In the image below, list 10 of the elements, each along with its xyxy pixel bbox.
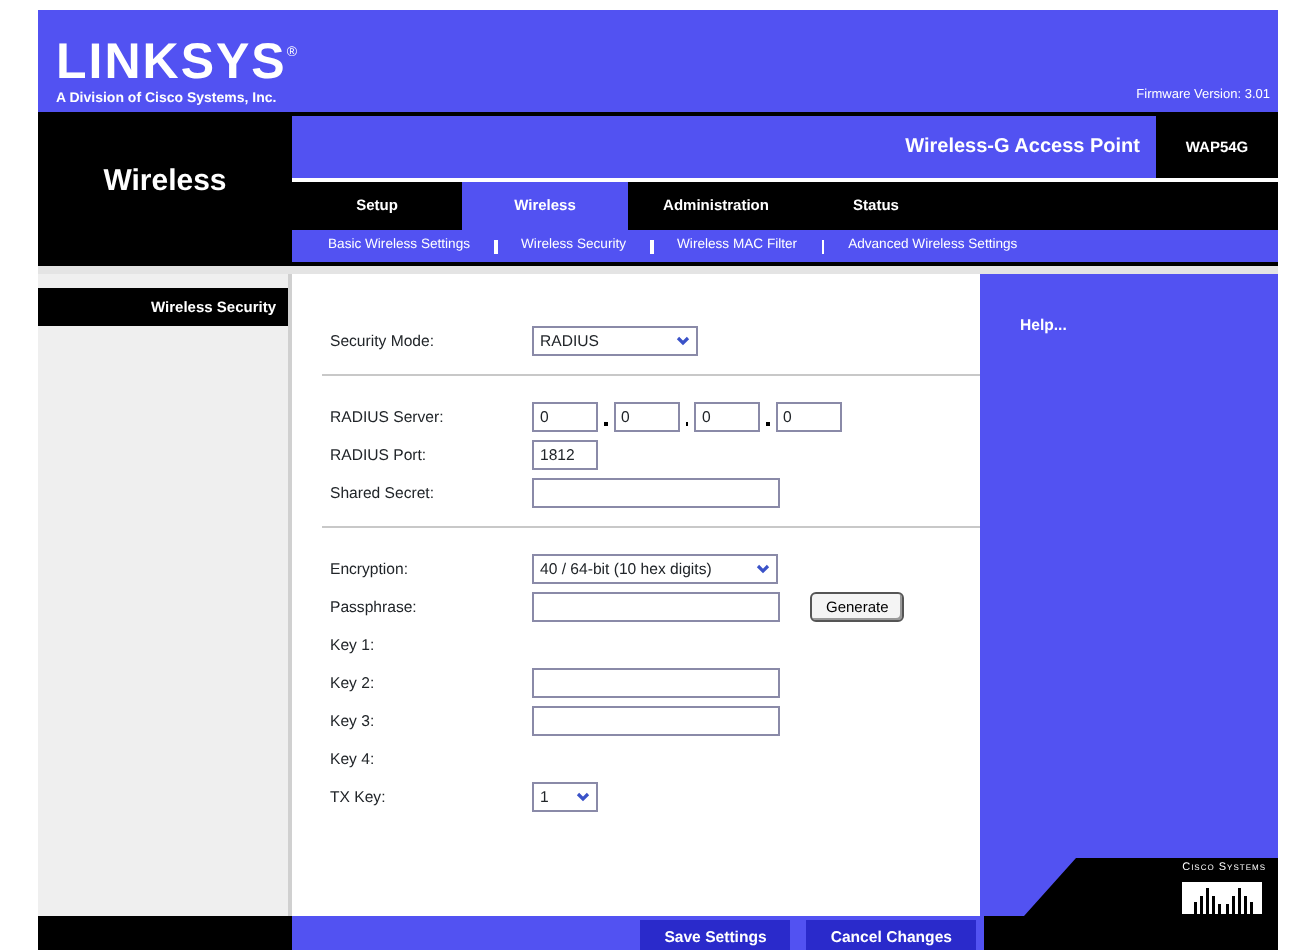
input-field[interactable] <box>532 478 780 508</box>
input-field[interactable] <box>532 592 780 622</box>
dropdown-caret-icon <box>576 792 590 802</box>
input-field[interactable] <box>532 706 780 736</box>
dropdown-caret-icon <box>756 564 770 574</box>
section-title: Wireless <box>101 162 229 203</box>
product-name: Wireless-G Access Point <box>292 116 1156 178</box>
logo: LINKSYS$^{®}$ <box>56 38 300 88</box>
input-field[interactable] <box>532 668 780 698</box>
dropdown-caret-icon <box>676 336 690 346</box>
